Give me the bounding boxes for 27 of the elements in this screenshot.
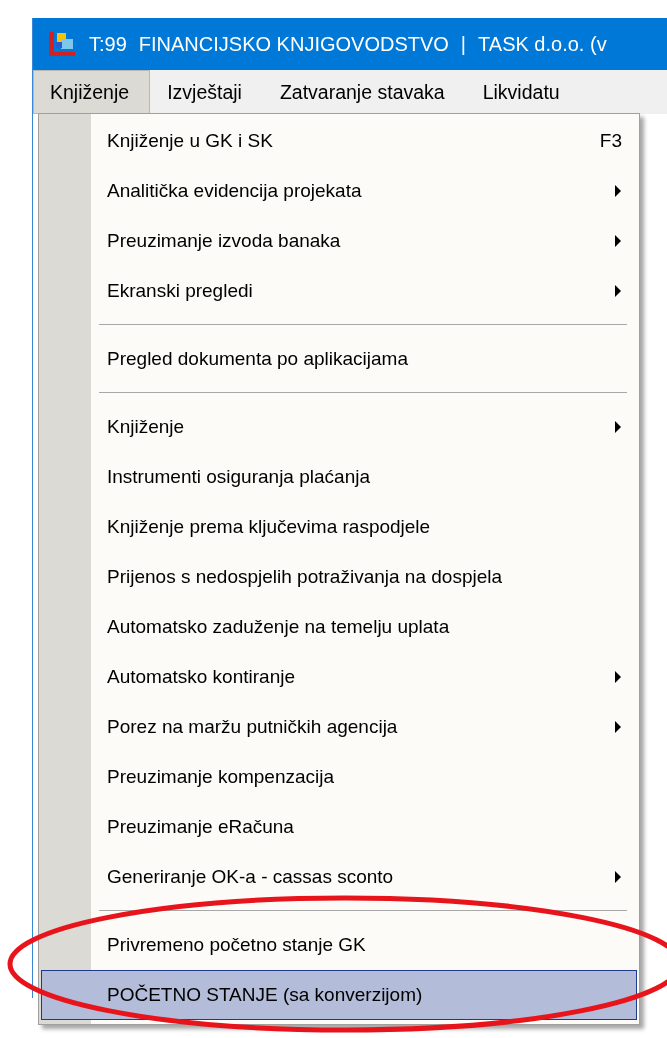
menu-item[interactable]: POČETNO STANJE (sa konverzijom): [41, 970, 637, 1020]
menu-item[interactable]: Automatsko zaduženje na temelju uplata: [41, 602, 637, 652]
menu-title[interactable]: Izvještaji: [150, 70, 263, 114]
window-title: T:99: [89, 32, 127, 56]
menu-item[interactable]: Preuzimanje izvoda banaka: [41, 216, 637, 266]
app-logo-icon: [47, 30, 77, 58]
menu-item[interactable]: Instrumenti osiguranja plaćanja: [41, 452, 637, 502]
menu-title[interactable]: Knjiženje: [33, 70, 151, 114]
menu-item[interactable]: Preuzimanje eRačuna: [41, 802, 637, 852]
menu-item[interactable]: Automatsko kontiranje: [41, 652, 637, 702]
menu-item[interactable]: Knjiženje prema ključevima raspodjele: [41, 502, 637, 552]
menu-item[interactable]: Knjiženje: [41, 402, 637, 452]
menu-item[interactable]: Pregled dokumenta po aplikacijama: [41, 334, 637, 384]
menu-item[interactable]: Preuzimanje kompenzacija: [41, 752, 637, 802]
menu-item[interactable]: Knjiženje u GK i SK F3: [41, 116, 637, 166]
menu-item[interactable]: Analitička evidencija projekata: [41, 166, 637, 216]
menu-item[interactable]: Prijenos s nedospjelih potraživanja na dospjela: [41, 552, 637, 602]
menu-title[interactable]: Likvidatu: [465, 70, 581, 114]
window-title: FINANCIJSKO KNJIGOVODSTVO: [138, 32, 449, 56]
window-title: TASK d.o.o. (v: [478, 32, 607, 56]
menu-item[interactable]: Ekranski pregledi: [41, 266, 637, 316]
menu-item[interactable]: Privremeno početno stanje GK: [41, 920, 637, 970]
menu-item[interactable]: Generiranje OK-a - cassas sconto: [41, 852, 637, 902]
menu-item[interactable]: Porez na maržu putničkih agencija: [41, 702, 637, 752]
window-title: |: [460, 32, 467, 56]
menu-title[interactable]: Zatvaranje stavaka: [262, 70, 466, 114]
shortcut-label: F3: [599, 130, 622, 152]
